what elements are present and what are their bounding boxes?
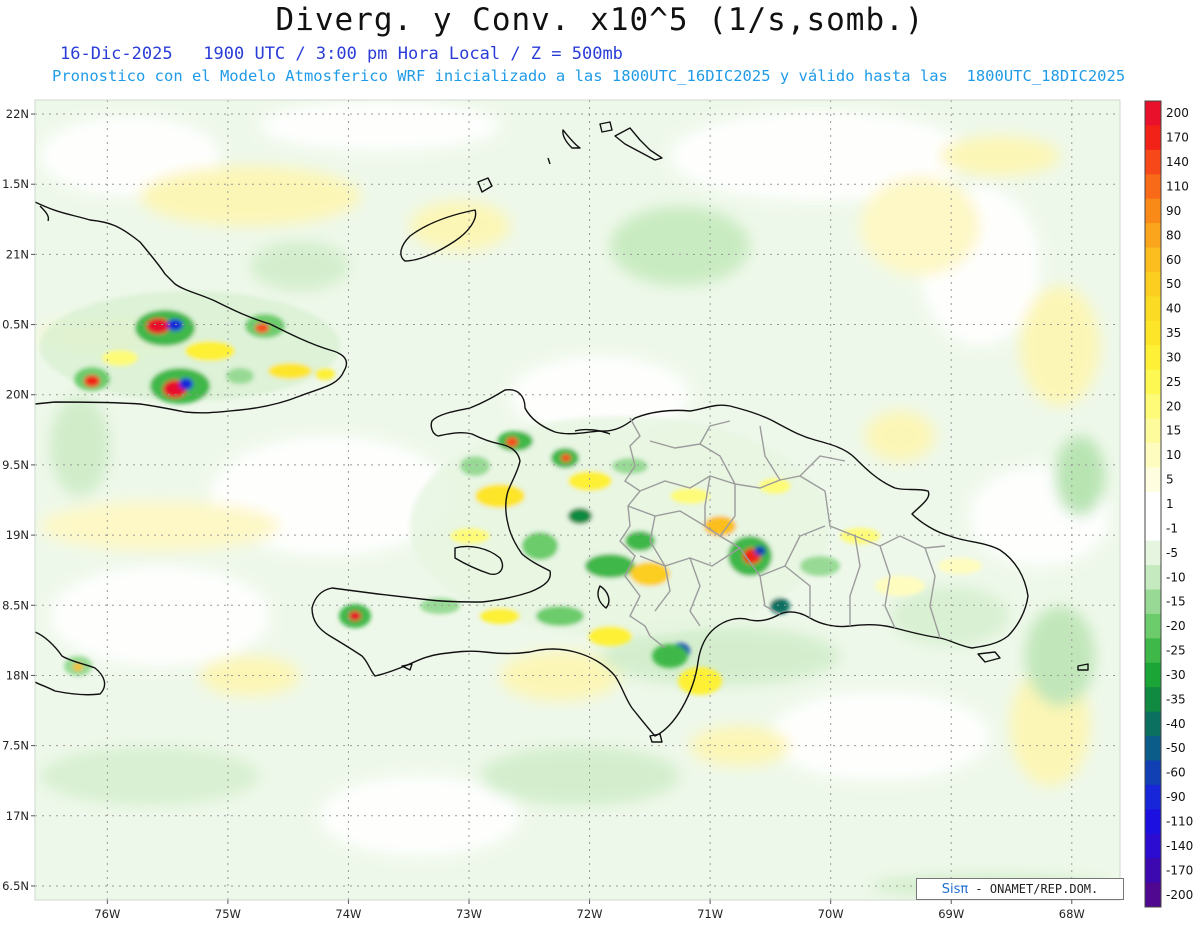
forecast-time-line: 16-Dic-2025 1900 UTC / 3:00 pm Hora Loca… [60,44,623,64]
colorbar-label: 25 [1166,375,1181,389]
colorbar-label: -60 [1166,766,1186,780]
colorbar-swatch [1145,540,1161,566]
colorbar-label: 140 [1166,155,1189,169]
colorbar-swatch [1145,736,1161,761]
lat-label: 21N [6,247,29,261]
colorbar-label: 20 [1166,399,1181,413]
colorbar-label: 60 [1166,253,1181,267]
colorbar-swatch [1145,198,1161,224]
colorbar-label: -10 [1166,570,1186,584]
colorbar-label: 90 [1166,204,1181,218]
colorbar-label: -5 [1166,546,1178,560]
colorbar-swatch [1145,711,1161,737]
colorbar-label: 10 [1166,448,1181,462]
colorbar-swatch [1145,516,1161,542]
colorbar-label: 5 [1166,473,1174,487]
colorbar-label: -140 [1166,839,1193,853]
model-info-line: Pronostico con el Modelo Atmosferico WRF… [52,67,1126,85]
divergence-map: 22N 1.5N 21N 0.5N 20N 9.5N 19N 8.5N 18N 7.5N 17N 6.… [2,99,1193,921]
colorbar-swatch [1145,174,1161,200]
colorbar-swatch [1145,565,1161,590]
lon-label: 76W [94,907,120,921]
colorbar-swatch [1145,613,1161,639]
colorbar-swatch [1145,589,1161,615]
lon-label: 70W [818,907,844,921]
colorbar-label: 35 [1166,326,1181,340]
colorbar-label: 170 [1166,131,1189,145]
colorbar-swatch [1145,271,1161,297]
colorbar-label: -170 [1166,863,1193,877]
colorbar-swatch [1145,638,1161,664]
colorbar-label: -200 [1166,888,1193,902]
lat-label: 18N [6,668,29,682]
colorbar-label: -20 [1166,619,1186,633]
lon-label: 72W [577,907,603,921]
lon-label: 69W [938,907,964,921]
lon-label: 73W [456,907,482,921]
colorbar-swatch [1145,320,1161,346]
map-title: Diverg. y Conv. x10^5 (1/s,somb.) [275,2,925,38]
colorbar-label: 50 [1166,277,1181,291]
lat-label: 22N [6,107,29,121]
colorbar-label: -110 [1166,815,1193,829]
colorbar-label: -30 [1166,668,1186,682]
lat-label: 19N [6,528,29,542]
colorbar-swatch [1145,858,1161,883]
colorbar-swatch [1145,418,1161,444]
colorbar-swatch [1145,149,1161,175]
lon-label: 68W [1059,907,1085,921]
colorbar-label: -90 [1166,790,1186,804]
lat-label: 17N [6,809,29,823]
longitude-labels: 76W 75W 74W 73W 72W 71W 70W 69W 68W [94,900,1085,921]
colorbar-swatch [1145,662,1161,688]
colorbar-label: -1 [1166,521,1178,535]
colorbar-swatch [1145,296,1161,322]
colorbar-label: 1 [1166,497,1174,511]
colorbar-swatch [1145,882,1161,908]
lat-label: 7.5N [2,739,29,753]
colorbar-swatch [1145,101,1161,126]
colorbar-swatch [1145,345,1161,371]
colorbar-label: 40 [1166,302,1181,316]
colorbar-swatch [1145,467,1161,493]
lat-label: 0.5N [2,318,29,332]
colorbar-label: 80 [1166,228,1181,242]
colorbar-swatch [1145,442,1161,468]
lat-label: 1.5N [2,177,29,191]
colorbar-swatch [1145,394,1161,419]
colorbar-label: -35 [1166,692,1186,706]
colorbar-swatch [1145,833,1161,859]
latitude-labels: 22N 1.5N 21N 0.5N 20N 9.5N 19N 8.5N 18N 7.5N 17N 6.… [2,107,35,893]
colorbar-swatch [1145,760,1161,786]
colorbar-swatch [1145,491,1161,517]
colorbar-swatch [1145,687,1161,713]
credit-text: - ONAMET/REP.DOM. [968,882,1099,896]
colorbar-swatch [1145,223,1161,248]
colorbar-label: 30 [1166,350,1181,364]
colorbar-label: 15 [1166,424,1181,438]
field-shading [35,100,1120,900]
colorbar-swatch [1145,125,1161,151]
colorbar-label: -50 [1166,741,1186,755]
lon-label: 74W [335,907,361,921]
colorbar-label: -40 [1166,717,1186,731]
colorbar-label: 110 [1166,179,1189,193]
lat-label: 6.5N [2,879,29,893]
colorbar-swatch [1145,369,1161,395]
lon-label: 75W [215,907,241,921]
colorbar-label: 200 [1166,106,1189,120]
lat-label: 20N [6,388,29,402]
lat-label: 8.5N [2,598,29,612]
colorbar-swatch [1145,247,1161,273]
colorbar-label: -25 [1166,644,1186,658]
sispi-logo: Sisπ [941,882,969,897]
colorbar-label: -15 [1166,595,1186,609]
colorbar-swatch [1145,809,1161,835]
credit-box: Sisπ - ONAMET/REP.DOM. [916,878,1124,900]
colorbar-swatch [1145,784,1161,810]
lon-label: 71W [697,907,723,921]
colorbar-legend: 200 170 140 110 90 80 60 50 40 35 30 25 20 15 10 5 1 -1 -5… [1144,100,1193,908]
lat-label: 9.5N [2,458,29,472]
